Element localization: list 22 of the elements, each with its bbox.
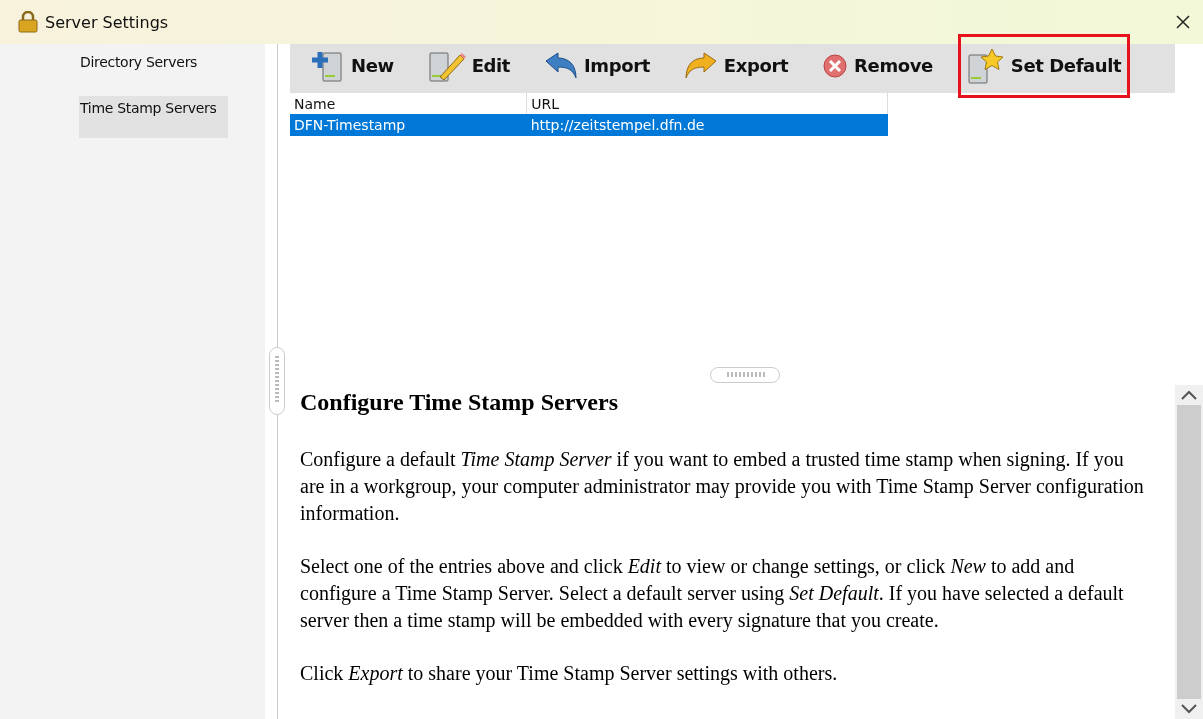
forward-arrow-icon xyxy=(683,50,718,81)
sidebar-item[interactable]: Time Stamp Servers xyxy=(79,96,228,138)
splitter-handle[interactable] xyxy=(269,347,285,415)
table-cell: http://zeitstempel.dfn.de xyxy=(526,114,888,136)
scrollbar[interactable] xyxy=(1175,385,1203,719)
lock-icon xyxy=(18,11,38,33)
help-paragraph: Click Export to share your Time Stamp Server settings with others. xyxy=(300,661,839,687)
table-cell: DFN-Timestamp xyxy=(290,114,527,136)
server-star-icon xyxy=(966,46,1005,85)
close-icon[interactable] xyxy=(1175,14,1191,30)
table-row[interactable]: DFN-Timestamp http://zeitstempel.dfn.de xyxy=(290,114,888,136)
window-title: Server Settings xyxy=(45,12,169,32)
sidebar-item[interactable]: Directory Servers xyxy=(79,50,228,84)
scroll-down-icon[interactable] xyxy=(1180,703,1198,715)
toolbar-button[interactable]: Set Default xyxy=(957,33,1131,98)
remove-icon xyxy=(822,52,849,79)
scroll-up-icon[interactable] xyxy=(1180,389,1198,401)
help-heading: Configure Time Stamp Servers xyxy=(300,389,619,416)
help-paragraph: Select one of the entries above and click Edit to view or change settings, or click New to add and configure a Time Stamp Server. Select a default server using Set Default. If you have selected a default server then a time stamp will be embedded with every signature that you create. xyxy=(300,554,1125,634)
splitter-handle[interactable] xyxy=(710,367,780,383)
back-arrow-icon xyxy=(544,50,579,81)
help-paragraph: Configure a default Time Stamp Server if you want to embed a trusted time stamp when signing. If you are in a workgroup, your computer administrator may provide you with Time Stamp Server configuration information. xyxy=(300,447,1145,526)
